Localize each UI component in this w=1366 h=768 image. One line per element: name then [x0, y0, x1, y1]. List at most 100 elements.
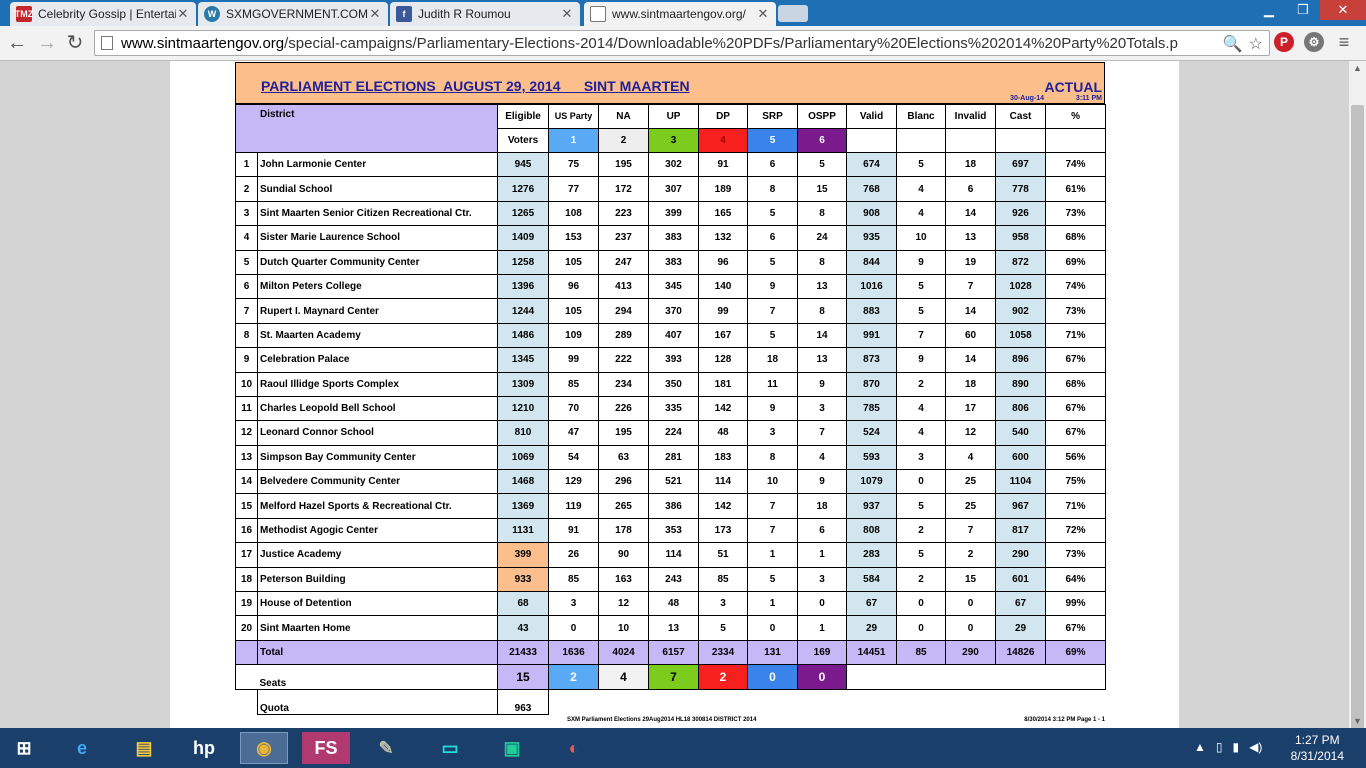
- row-number: 1: [235, 151, 258, 178]
- scrollbar[interactable]: ▲ ▼: [1349, 61, 1366, 755]
- cell-na: 90: [598, 542, 650, 568]
- close-icon[interactable]: ✕: [560, 6, 574, 22]
- cell-ospp: 8: [797, 249, 848, 275]
- minimize-icon[interactable]: ▁: [1252, 0, 1286, 20]
- maximize-icon[interactable]: ❐: [1286, 0, 1320, 20]
- cell-cast: 67: [995, 591, 1047, 617]
- cell-up: 307: [648, 176, 700, 202]
- quota-no: [236, 690, 258, 715]
- chrome-icon[interactable]: ◉: [240, 732, 288, 764]
- cell-ospp: 7: [797, 420, 848, 446]
- internet-explorer-icon[interactable]: e: [58, 732, 106, 764]
- seats-total: 15: [497, 664, 550, 691]
- scroll-up-icon[interactable]: ▲: [1353, 63, 1362, 73]
- cell-eligible: 945: [497, 151, 550, 178]
- blank-cell: [896, 128, 947, 153]
- new-tab-button[interactable]: [778, 5, 808, 22]
- cell-cast: 890: [995, 371, 1047, 397]
- window-close-icon[interactable]: ✕: [1320, 0, 1366, 20]
- search-icon[interactable]: 🔍: [1223, 34, 1243, 54]
- cell-cast: 600: [995, 444, 1047, 471]
- district-name: Rupert I. Maynard Center: [256, 298, 499, 324]
- forward-arrow-icon[interactable]: →: [35, 31, 59, 55]
- cell-srp: 8: [747, 176, 799, 202]
- tab-sintmaartengov[interactable]: www.sintmaartengov.org/ ✕: [584, 2, 776, 26]
- cell-pct: 73%: [1045, 298, 1107, 324]
- footer-right: 8/30/2014 3:12 PM Page 1 - 1: [1024, 717, 1105, 723]
- tab-sxmgovernment[interactable]: W SXMGOVERNMENT.COM ✕: [198, 2, 388, 26]
- cell-pct: 67%: [1045, 420, 1107, 446]
- cell-srp: 9: [747, 273, 799, 300]
- app-icon[interactable]: ◐: [550, 732, 598, 764]
- reload-icon[interactable]: ↻: [63, 31, 87, 55]
- cell-invalid: 14: [945, 347, 997, 373]
- cell-valid: 908: [846, 200, 898, 227]
- blank-cell: [995, 128, 1047, 153]
- url-text[interactable]: www.sintmaartengov.org/special-campaigns…: [121, 35, 1221, 52]
- cell-dp: 85: [698, 566, 749, 593]
- table-row: 10 Raoul Illidge Sports Complex 1309 85 234 3…: [235, 371, 1107, 397]
- address-bar[interactable]: www.sintmaartengov.org/special-campaigns…: [94, 30, 1270, 56]
- valid-header: Valid: [846, 104, 898, 129]
- cell-na: 413: [598, 273, 650, 300]
- bookmark-star-icon[interactable]: ☆: [1249, 34, 1263, 54]
- close-icon[interactable]: ✕: [176, 6, 190, 22]
- fs-icon[interactable]: FS: [302, 732, 350, 764]
- cell-eligible: 1409: [497, 225, 550, 251]
- clock[interactable]: 1:27 PM 8/31/2014: [1291, 732, 1344, 764]
- cell-na: 172: [598, 176, 650, 202]
- cell-us: 109: [548, 322, 600, 349]
- screen-icon[interactable]: ▭: [426, 732, 474, 764]
- cell-valid: 524: [846, 420, 898, 446]
- report-time: 3:11 PM: [1075, 95, 1102, 102]
- table-row: 6 Milton Peters College 1396 96 413 345 140 9 13…: [235, 273, 1107, 300]
- jpg-icon[interactable]: ▣: [488, 732, 536, 764]
- scroll-down-icon[interactable]: ▼: [1353, 716, 1362, 726]
- cell-eligible: 1131: [497, 517, 550, 544]
- wordpress-icon: W: [204, 6, 220, 22]
- cell-blanc: 0: [896, 469, 947, 495]
- volume-icon[interactable]: ◀): [1249, 740, 1262, 754]
- scrollbar-thumb[interactable]: [1351, 105, 1364, 755]
- file-explorer-icon[interactable]: ▤: [120, 732, 168, 764]
- hp-icon[interactable]: hp: [180, 732, 228, 764]
- cell-cast: 806: [995, 395, 1047, 422]
- cell-pct: 64%: [1045, 566, 1107, 593]
- show-hidden-icon[interactable]: ▲: [1194, 740, 1206, 754]
- cell-na: 234: [598, 371, 650, 397]
- district-name: Milton Peters College: [256, 273, 499, 300]
- cell-valid: 67: [846, 591, 898, 617]
- tab-title: Judith R Roumou: [418, 7, 511, 21]
- cell-na: 226: [598, 395, 650, 422]
- cell-dp: 142: [698, 395, 749, 422]
- cell-valid: 844: [846, 249, 898, 275]
- pinterest-icon[interactable]: P: [1274, 32, 1294, 52]
- cell-invalid: 0: [945, 591, 997, 617]
- start-icon[interactable]: ⊞: [0, 732, 48, 764]
- cell-us: 26: [548, 542, 600, 568]
- close-icon[interactable]: ✕: [368, 6, 382, 22]
- table-row: 18 Peterson Building 933 85 163 243 85 5 3 584 2 15…: [235, 566, 1107, 593]
- gimp-icon[interactable]: ✎: [362, 732, 410, 764]
- row-number: 4: [235, 225, 258, 251]
- back-arrow-icon[interactable]: ←: [5, 31, 29, 55]
- tab-judith-roumou[interactable]: f Judith R Roumou ✕: [390, 2, 580, 26]
- cell-ospp: 8: [797, 200, 848, 227]
- tab-celebrity-gossip[interactable]: TMZ Celebrity Gossip | Entertai ✕: [10, 2, 196, 26]
- menu-icon[interactable]: ≡: [1334, 32, 1354, 52]
- extension-icon[interactable]: ⚙: [1304, 32, 1324, 52]
- browser-toolbar: ← → ↻ www.sintmaartengov.org/special-cam…: [0, 26, 1366, 61]
- cell-up: 383: [648, 249, 700, 275]
- cell-cast: 958: [995, 225, 1047, 251]
- seats-srp: 0: [747, 664, 799, 691]
- cell-us: 77: [548, 176, 600, 202]
- cell-dp: 181: [698, 371, 749, 397]
- close-icon[interactable]: ✕: [756, 6, 770, 22]
- cell-dp: 3: [698, 591, 749, 617]
- cell-na: 222: [598, 347, 650, 373]
- cell-invalid: 18: [945, 151, 997, 178]
- signal-icon[interactable]: ▮: [1233, 740, 1240, 754]
- cell-us: 105: [548, 249, 600, 275]
- device-icon[interactable]: ▯: [1216, 740, 1223, 754]
- header-row: District Eligible US Party NA UP DP SRP …: [234, 104, 1107, 153]
